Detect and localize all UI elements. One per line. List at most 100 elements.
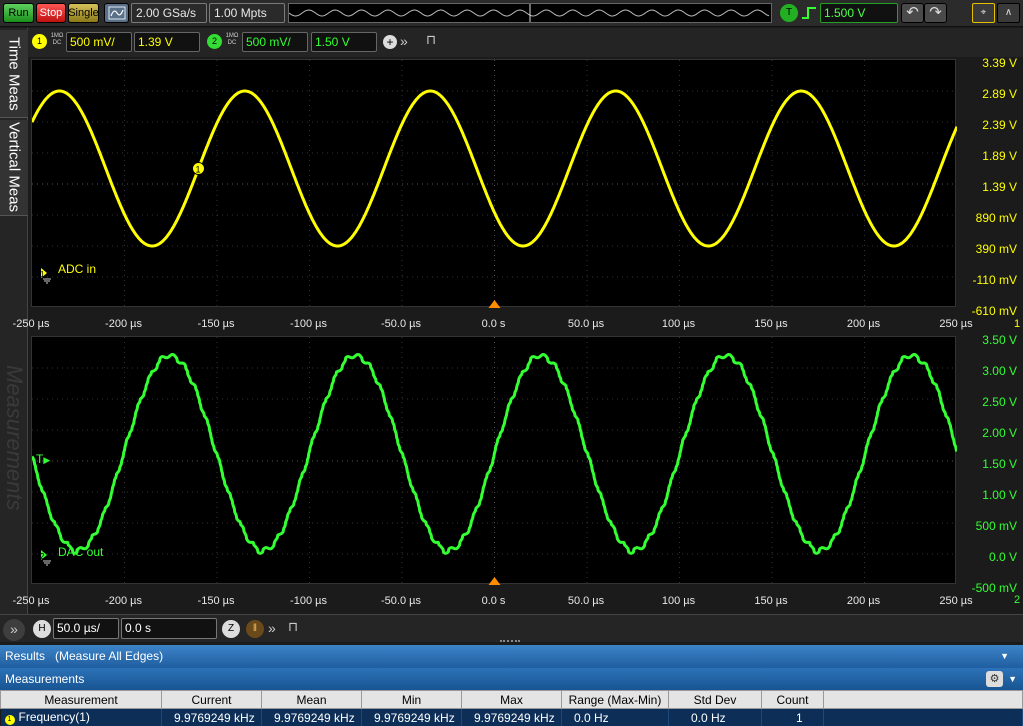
std-dev-cell: 0.0 Hz [668,708,762,726]
channel-2-graticule [32,337,957,585]
measurements-header[interactable]: Measurements ⚙ ▼ [0,668,1023,690]
timebase-scale-field[interactable]: 50.0 µs/ [53,618,119,639]
trigger-position-marker[interactable] [488,300,501,308]
x-tick-label: 100 µs [661,595,696,607]
channel-1-coupling: 1MΩ DC [50,33,64,47]
column-header[interactable]: Mean [261,690,362,709]
x-tick-label: 50.0 µs [567,318,605,330]
x-tick-label: -150 µs [197,318,235,330]
channel-1-graticule: 1 [32,60,957,308]
x-tick-label: -100 µs [290,595,327,607]
column-header[interactable]: Max [461,690,562,709]
y-tick-label: -110 mV [972,273,1017,287]
column-header[interactable]: Range (Max-Min) [561,690,669,709]
channel-2-ground-marker[interactable]: 2 [38,546,56,566]
results-header[interactable]: Results (Measure All Edges) ▼ [0,645,1023,668]
plot-1-x-axis: -250 µs -200 µs -150 µs -100 µs -50.0 µs 0.0 … [13,316,1023,334]
gear-icon[interactable]: ⚙ [986,671,1003,687]
navigate-button[interactable]: ‖ [246,620,264,638]
memory-depth-field[interactable]: 1.00 Mpts [209,3,285,23]
x-tick-label: -50.0 µs [381,595,421,607]
trigger-level-marker[interactable]: T▶ [36,452,56,468]
x-tick-label: -200 µs [105,318,142,330]
channel-2-waveform-plot[interactable] [31,336,957,585]
chevron-down-icon[interactable]: ▼ [1000,645,1009,668]
y-tick-label: 2.00 V [982,426,1017,440]
timebase-pin-button[interactable]: ⊓ [288,619,298,635]
channel-1-badge-icon: 1 [4,715,15,726]
timebase-position-field[interactable]: 0.0 s [121,618,217,639]
horizontal-button[interactable]: H [33,620,51,638]
range-cell: 0.0 Hz [561,708,669,726]
x-tick-label: 0.0 s [481,595,506,607]
run-button[interactable]: Run [3,3,34,23]
add-channel-button[interactable]: + [383,35,397,49]
channel-2-coupling: 1MΩ DC [225,33,239,47]
plot-1-axis-tag: 1 [1014,318,1021,330]
undo-button[interactable]: ↶ [901,3,924,23]
channel-2-offset-field[interactable]: 1.50 V [311,32,377,52]
top-toolbar: Run Stop Single 2.00 GSa/s 1.00 Mpts T 1… [0,0,1023,27]
stop-button[interactable]: Stop [36,3,66,23]
panel-splitter[interactable] [500,640,520,644]
tab-time-meas[interactable]: Time Meas [0,30,28,118]
x-tick-label: -200 µs [105,595,142,607]
min-cell: 9.9769249 kHz [361,708,462,726]
x-tick-label: -150 µs [197,595,235,607]
table-header-row: Measurement Current Mean Min Max Range (… [0,690,1023,709]
measurements-title: Measurements [5,672,85,686]
channel-2-button[interactable]: 2 [207,34,222,49]
y-tick-label: 0.0 V [988,550,1017,564]
cursor-measure-button[interactable]: ⌖ [972,3,995,23]
double-chevron-right-icon: » [10,621,18,637]
channel-1-waveform-plot[interactable]: 1 [31,59,957,308]
channel-2-scale-field[interactable]: 500 mV/ [242,32,308,52]
mean-cell: 9.9769249 kHz [261,708,362,726]
trigger-button[interactable]: T [780,4,798,22]
channel-1-scale-field[interactable]: 500 mV/ [66,32,132,52]
sample-rate-field[interactable]: 2.00 GSa/s [131,3,207,23]
chevron-down-icon[interactable]: ▼ [1008,668,1017,690]
zoom-button[interactable]: Z [222,620,240,638]
x-tick-label: 50.0 µs [567,595,605,607]
single-button[interactable]: Single [68,3,99,23]
amplitude-view-button[interactable]: ∧ [997,3,1020,23]
trigger-position-marker[interactable] [488,577,501,585]
y-tick-label: 2.39 V [982,118,1017,132]
tab-time-meas-label: Time Meas [5,36,23,111]
channel-1-ground-marker[interactable]: 1 [38,264,56,284]
y-tick-label: 2.89 V [982,87,1017,101]
tab-vertical-meas[interactable]: Vertical Meas [0,120,28,216]
trigger-level-field[interactable]: 1.500 V [820,3,898,23]
svg-text:2: 2 [40,552,45,561]
cursor-icon: ⌖ [980,7,987,18]
channel-1-button[interactable]: 1 [32,34,47,49]
channel-2-impedance: 1MΩ [225,33,239,39]
x-tick-label: -50.0 µs [381,318,421,330]
autoscale-button[interactable] [104,3,129,23]
column-header[interactable]: Std Dev [668,690,762,709]
current-cell: 9.9769249 kHz [161,708,262,726]
column-header[interactable]: Measurement [0,690,162,709]
plus-icon: + [386,35,394,49]
column-header[interactable]: Min [361,690,462,709]
pin-button[interactable]: ⊓ [426,32,436,48]
undo-icon: ↶ [906,4,919,21]
column-header[interactable]: Current [161,690,262,709]
more-timebase-button[interactable]: » [268,620,276,636]
timebase-bar: » H 50.0 µs/ 0.0 s Z ‖ » ⊓ [0,614,1023,642]
expand-button[interactable]: » [3,619,25,641]
channel-2-coupling-mode: DC [227,40,237,46]
measurements-watermark-label: Measurements [2,365,27,511]
channel-1-offset-field[interactable]: 1.39 V [134,32,200,52]
more-channels-button[interactable]: » [400,33,408,49]
column-header[interactable]: Count [761,690,824,709]
channel-1-impedance: 1MΩ [50,33,64,39]
waveform-icon: ∧ [1004,7,1013,18]
redo-button[interactable]: ↷ [924,3,947,23]
y-tick-label: 1.89 V [982,149,1017,163]
waveform-overview[interactable] [288,3,772,23]
rising-edge-icon[interactable] [801,5,817,21]
y-tick-label: 3.00 V [982,364,1017,378]
table-row[interactable]: 1 Frequency(1) 9.9769249 kHz 9.9769249 kH… [0,708,1023,726]
